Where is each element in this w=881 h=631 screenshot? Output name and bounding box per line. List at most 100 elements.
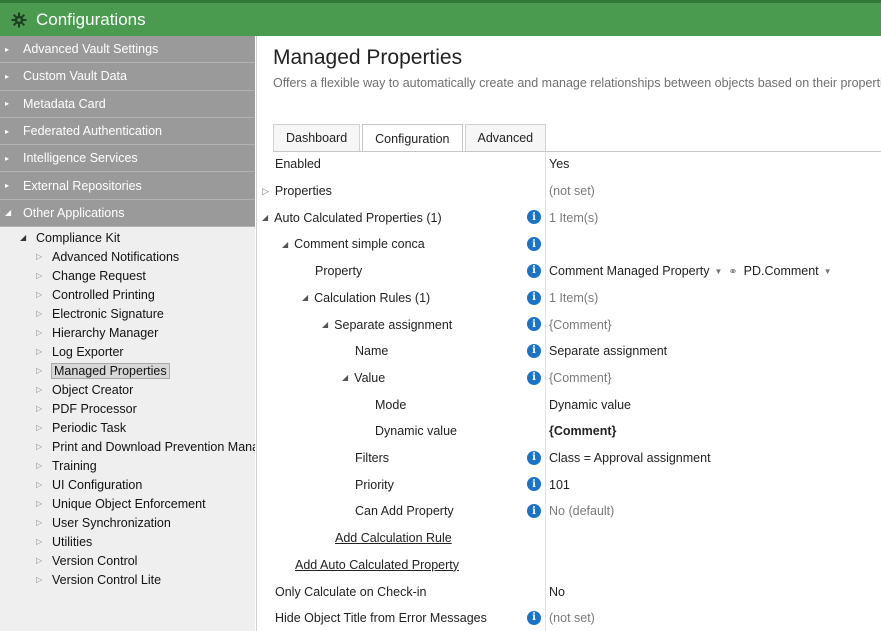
row-value[interactable]: Class = Approval assignment [549, 445, 711, 472]
sidebar-group-federated-authentication[interactable]: ▸ Federated Authentication [0, 117, 255, 146]
sidebar-group-other-applications[interactable]: ◢ Other Applications [0, 199, 255, 228]
tree-item-utilities[interactable]: ▷ Utilities [36, 532, 92, 551]
config-row-enabled[interactable]: Enabled Yes [257, 151, 881, 178]
row-label: Calculation Rules (1) [314, 290, 431, 305]
config-row-separate-assignment[interactable]: ◢ Separate assignment i {Comment} [257, 311, 881, 338]
tree-item-user-synchronization[interactable]: ▷ User Synchronization [36, 513, 171, 532]
config-row-can-add-property[interactable]: Can Add Property i No (default) [257, 498, 881, 525]
tree-item-log-exporter[interactable]: ▷ Log Exporter [36, 342, 124, 361]
tab-dashboard[interactable]: Dashboard [273, 124, 361, 151]
tree-item-label: Controlled Printing [52, 287, 155, 302]
config-row-only-calculate-on-check-in[interactable]: Only Calculate on Check-in No [257, 578, 881, 605]
add-auto-calculated-property-link[interactable]: Add Auto Calculated Property [295, 558, 459, 572]
config-row-value[interactable]: ◢ Value i {Comment} [257, 365, 881, 392]
tree-item-managed-properties[interactable]: ▷ Managed Properties [36, 361, 170, 380]
tree-item-electronic-signature[interactable]: ▷ Electronic Signature [36, 304, 164, 323]
config-row-calculation-rules[interactable]: ◢ Calculation Rules (1) i 1 Item(s) [257, 285, 881, 312]
sidebar-group-intelligence-services[interactable]: ▸ Intelligence Services [0, 145, 255, 173]
config-row-priority[interactable]: Priority i 101 [257, 471, 881, 498]
config-row-hide-object-title[interactable]: Hide Object Title from Error Messages i … [257, 605, 881, 631]
info-icon[interactable]: i [527, 343, 541, 358]
row-value[interactable]: No [549, 578, 565, 605]
title-bar: Configurations [0, 0, 881, 36]
collapse-arrow-icon[interactable]: ◢ [322, 320, 328, 329]
row-value[interactable]: {Comment} [549, 418, 616, 445]
tree-item-label: Utilities [52, 534, 93, 549]
config-row-comment-simple-conca[interactable]: ◢ Comment simple conca i [257, 231, 881, 258]
row-value[interactable]: 1 Item(s) [549, 204, 598, 231]
tree-item-pdf-processor[interactable]: ▷ PDF Processor [36, 399, 137, 418]
expand-arrow-icon[interactable]: ▷ [262, 186, 269, 197]
page-subtitle: Offers a flexible way to automatically c… [273, 76, 881, 90]
sidebar-group-metadata-card[interactable]: ▸ Metadata Card [0, 90, 255, 118]
app-title: Configurations [36, 9, 146, 29]
tree-item-object-creator[interactable]: ▷ Object Creator [36, 380, 133, 399]
tree-item-label: Version Control Lite [52, 572, 162, 587]
info-icon[interactable]: i [527, 504, 541, 519]
row-value[interactable]: Separate assignment [549, 338, 667, 365]
sidebar-group-advanced-vault-settings[interactable]: ▸ Advanced Vault Settings [0, 36, 255, 64]
property-selector[interactable]: Comment Managed Property ▼ ⚭ PD.Comment … [549, 258, 838, 285]
dropdown-arrow-icon[interactable]: ▼ [715, 267, 723, 276]
row-value[interactable]: (not set) [549, 178, 595, 205]
row-value[interactable]: 101 [549, 471, 570, 498]
config-row-property[interactable]: Property i Comment Managed Property ▼ ⚭ … [257, 258, 881, 285]
row-value[interactable]: No (default) [549, 498, 614, 525]
info-icon[interactable]: i [527, 610, 541, 625]
tree-item-ui-configuration[interactable]: ▷ UI Configuration [36, 475, 142, 494]
info-icon[interactable]: i [527, 237, 541, 252]
collapse-arrow-icon[interactable]: ◢ [282, 240, 288, 249]
tree-item-training[interactable]: ▷ Training [36, 456, 97, 475]
tree-item-version-control[interactable]: ▷ Version Control [36, 551, 137, 570]
expand-arrow-icon: ▷ [36, 271, 43, 280]
dropdown-arrow-icon[interactable]: ▼ [824, 267, 832, 276]
info-icon[interactable]: i [527, 290, 541, 305]
tree-item-print-download-prevention[interactable]: ▷ Print and Download Prevention Mana [36, 437, 255, 456]
row-label: Separate assignment [334, 317, 453, 332]
collapse-arrow-icon[interactable]: ◢ [302, 293, 308, 302]
tree-item-version-control-lite[interactable]: ▷ Version Control Lite [36, 570, 161, 589]
row-label: Auto Calculated Properties (1) [274, 210, 442, 225]
expand-arrow-icon: ▷ [36, 290, 43, 299]
row-value[interactable]: (not set) [549, 605, 595, 631]
row-label: Hide Object Title from Error Messages [275, 611, 487, 626]
info-icon[interactable]: i [527, 370, 541, 385]
add-calculation-rule-link[interactable]: Add Calculation Rule [335, 531, 452, 545]
sidebar: ▸ Advanced Vault Settings ▸ Custom Vault… [0, 36, 255, 631]
collapse-arrow-icon[interactable]: ◢ [342, 373, 348, 382]
row-value[interactable]: {Comment} [549, 311, 612, 338]
tree-item-change-request[interactable]: ▷ Change Request [36, 266, 146, 285]
info-icon[interactable]: i [527, 263, 541, 278]
info-icon[interactable]: i [527, 317, 541, 332]
sidebar-group-label: Intelligence Services [23, 151, 138, 166]
tree-item-advanced-notifications[interactable]: ▷ Advanced Notifications [36, 247, 179, 266]
config-row-mode[interactable]: Mode Dynamic value [257, 391, 881, 418]
info-icon[interactable]: i [527, 450, 541, 465]
row-value[interactable]: 1 Item(s) [549, 285, 598, 312]
tree-node-compliance-kit[interactable]: ◢ Compliance Kit [20, 228, 120, 247]
tree-item-hierarchy-manager[interactable]: ▷ Hierarchy Manager [36, 323, 158, 342]
collapse-arrow-icon[interactable]: ◢ [262, 213, 268, 222]
config-row-properties[interactable]: ▷ Properties (not set) [257, 178, 881, 205]
chevron-down-icon: ◢ [5, 208, 12, 218]
config-row-dynamic-value[interactable]: Dynamic value {Comment} [257, 418, 881, 445]
info-icon[interactable]: i [527, 477, 541, 492]
row-label: Value [354, 370, 386, 385]
sidebar-group-label: Advanced Vault Settings [23, 42, 159, 57]
tab-advanced[interactable]: Advanced [464, 124, 547, 151]
config-row-auto-calculated-properties[interactable]: ◢ Auto Calculated Properties (1) i 1 Item… [257, 204, 881, 231]
sidebar-group-label: Metadata Card [23, 96, 106, 111]
tree-item-controlled-printing[interactable]: ▷ Controlled Printing [36, 285, 155, 304]
info-icon[interactable]: i [527, 210, 541, 225]
row-value[interactable]: {Comment} [549, 365, 612, 392]
tree-item-periodic-task[interactable]: ▷ Periodic Task [36, 418, 126, 437]
sidebar-group-custom-vault-data[interactable]: ▸ Custom Vault Data [0, 63, 255, 91]
config-row-name[interactable]: Name i Separate assignment [257, 338, 881, 365]
row-value[interactable]: Dynamic value [549, 391, 631, 418]
tab-configuration[interactable]: Configuration [362, 124, 463, 152]
row-value[interactable]: Yes [549, 151, 569, 178]
chevron-right-icon: ▸ [5, 99, 10, 109]
sidebar-group-external-repositories[interactable]: ▸ External Repositories [0, 172, 255, 200]
config-row-filters[interactable]: Filters i Class = Approval assignment [257, 445, 881, 472]
tree-item-unique-object-enforcement[interactable]: ▷ Unique Object Enforcement [36, 494, 206, 513]
